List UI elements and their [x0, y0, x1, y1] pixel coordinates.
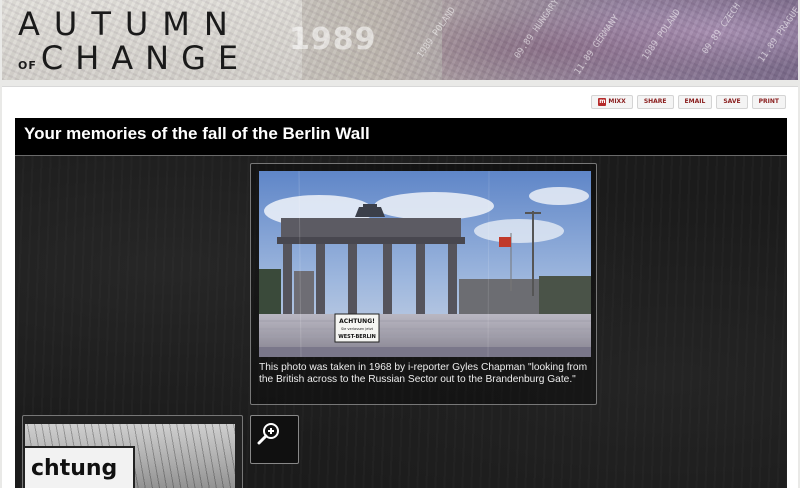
thumbnail-sign-text: chtung: [31, 456, 118, 481]
gallery-title: Your memories of the fall of the Berlin …: [24, 124, 370, 143]
share-button[interactable]: SHARE: [636, 95, 674, 109]
photo-caption: This photo was taken in 1968 by i-report…: [259, 362, 588, 385]
logo-line-change: CHANGE: [40, 39, 251, 77]
gallery-header: Your memories of the fall of the Berlin …: [15, 118, 787, 156]
page: 1989 POLAND 09.89 HUNGARY 11.89 GERMANY …: [0, 0, 800, 488]
logo-of: OF: [18, 59, 37, 72]
print-button[interactable]: PRINT: [751, 95, 786, 109]
gallery-panel: Your memories of the fall of the Berlin …: [15, 118, 787, 488]
site-banner: 1989 POLAND 09.89 HUNGARY 11.89 GERMANY …: [2, 0, 798, 80]
brandenburg-gate-photo[interactable]: ACHTUNG! Sie verlassen jetzt WEST-BERLIN: [259, 171, 591, 357]
mixx-button[interactable]: m MIXX: [591, 95, 633, 109]
photo-sign-line2: Sie verlassen jetzt: [341, 327, 374, 331]
print-label: PRINT: [758, 98, 779, 105]
thumbnail-sign: chtung: [25, 446, 135, 488]
photo-sign-line3: WEST-BERLIN: [338, 334, 376, 340]
email-button[interactable]: EMAIL: [677, 95, 713, 109]
save-label: SAVE: [723, 98, 741, 105]
photo-sign-line1: ACHTUNG!: [339, 318, 375, 325]
site-logo[interactable]: AUTUMN OF CHANGE: [18, 8, 250, 74]
email-label: EMAIL: [684, 98, 706, 105]
share-label: SHARE: [643, 98, 667, 105]
thumbnail-image: chtung: [25, 424, 235, 488]
photo-thumbnail[interactable]: chtung: [22, 415, 243, 488]
featured-photo-card: ACHTUNG! Sie verlassen jetzt WEST-BERLIN…: [250, 163, 597, 405]
share-toolbar: m MIXX SHARE EMAIL SAVE PRINT: [591, 95, 786, 109]
mixx-icon: m: [598, 98, 607, 106]
banner-year: 1989: [289, 22, 377, 57]
zoom-button[interactable]: [250, 415, 299, 464]
save-button[interactable]: SAVE: [716, 95, 748, 109]
zoom-in-icon: [257, 423, 279, 445]
logo-line-autumn: AUTUMN: [18, 5, 242, 43]
mixx-label: MIXX: [608, 98, 626, 105]
content-area: m MIXX SHARE EMAIL SAVE PRINT Your memor…: [2, 86, 798, 488]
